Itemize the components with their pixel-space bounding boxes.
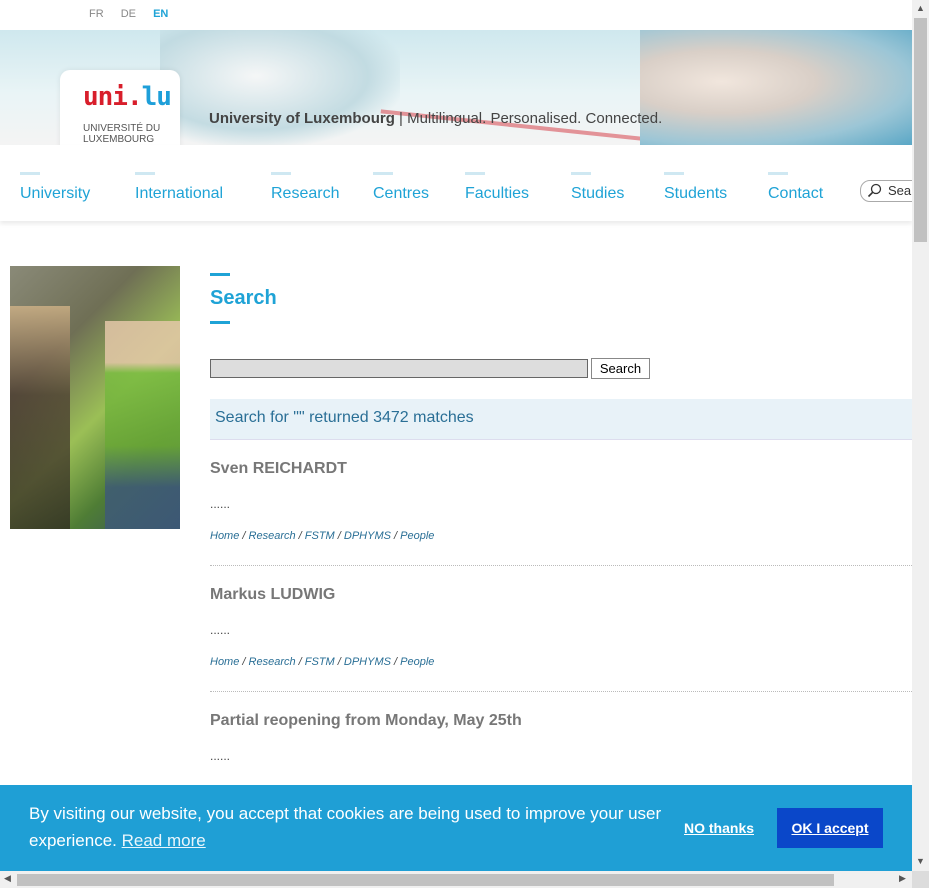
scrollbar-corner <box>912 871 929 888</box>
vertical-scrollbar[interactable]: ▲ ▼ <box>912 0 929 871</box>
crumb-dphyms[interactable]: DPHYMS <box>344 656 391 668</box>
banner-photo-smiling-student <box>640 30 912 145</box>
scroll-left-arrow-icon[interactable]: ◀ <box>4 873 11 884</box>
site-search-label: Sea <box>888 183 912 198</box>
horizontal-scrollbar[interactable]: ◀ ▶ <box>0 871 912 888</box>
crumb-home[interactable]: Home <box>210 656 239 668</box>
result-title[interactable]: Partial reopening from Monday, May 25th <box>210 712 522 730</box>
crumb-home[interactable]: Home <box>210 530 239 542</box>
result-breadcrumb: Home / Research / FSTM / DPHYMS / People <box>210 656 435 668</box>
crumb-fstm[interactable]: FSTM <box>305 530 335 542</box>
result-divider <box>210 565 912 566</box>
result-snippet: ...... <box>210 623 231 637</box>
nav-item-research[interactable]: Research <box>271 172 339 203</box>
logo-subtitle: UNIVERSITÉ DU LUXEMBOURG <box>83 123 161 145</box>
result-title[interactable]: Sven REICHARDT <box>210 460 347 478</box>
main-navigation: University International Research Centre… <box>0 145 929 221</box>
site-tagline: University of Luxembourg | Multilingual.… <box>209 110 663 127</box>
language-switcher: FR DE EN <box>89 8 182 20</box>
nav-item-centres[interactable]: Centres <box>373 172 429 203</box>
search-button[interactable]: Search <box>591 358 650 379</box>
nav-item-university[interactable]: University <box>20 172 90 203</box>
summary-text: Search for "" returned 3472 matches <box>215 409 474 426</box>
lang-fr[interactable]: FR <box>89 8 104 20</box>
vertical-scroll-thumb[interactable] <box>914 18 927 242</box>
accept-cookies-button[interactable]: OK I accept <box>777 808 883 848</box>
nav-item-students[interactable]: Students <box>664 172 727 203</box>
crumb-people[interactable]: People <box>400 656 434 668</box>
search-summary: Search for "" returned 3472 matches <box>210 399 912 440</box>
logo-mark: uni.lu <box>83 82 172 112</box>
banner-photo-students <box>160 30 400 145</box>
lang-en[interactable]: EN <box>153 8 168 20</box>
nav-item-faculties[interactable]: Faculties <box>465 172 529 203</box>
crumb-people[interactable]: People <box>400 530 434 542</box>
crumb-research[interactable]: Research <box>249 530 296 542</box>
read-more-link[interactable]: Read more <box>122 831 206 850</box>
result-breadcrumb: Home / Research / FSTM / DPHYMS / People <box>210 530 435 542</box>
search-input[interactable] <box>210 359 588 378</box>
search-icon <box>867 183 882 198</box>
nav-item-contact[interactable]: Contact <box>768 172 823 203</box>
decline-cookies-button[interactable]: NO thanks <box>684 820 754 836</box>
result-snippet: ...... <box>210 497 231 511</box>
result-title[interactable]: Markus LUDWIG <box>210 586 335 604</box>
nav-item-international[interactable]: International <box>135 172 223 203</box>
crumb-research[interactable]: Research <box>249 656 296 668</box>
crumb-dphyms[interactable]: DPHYMS <box>344 530 391 542</box>
nav-item-studies[interactable]: Studies <box>571 172 624 203</box>
cookie-message: By visiting our website, you accept that… <box>29 804 662 850</box>
side-photo-students <box>10 266 180 529</box>
crumb-fstm[interactable]: FSTM <box>305 656 335 668</box>
scroll-up-arrow-icon[interactable]: ▲ <box>916 3 925 13</box>
result-snippet: ...... <box>210 749 231 763</box>
result-divider <box>210 691 912 692</box>
lang-de[interactable]: DE <box>121 8 136 20</box>
title-accent-top <box>210 273 230 276</box>
horizontal-scroll-thumb[interactable] <box>17 874 834 886</box>
scroll-down-arrow-icon[interactable]: ▼ <box>916 856 925 866</box>
page-title: Search <box>210 287 277 309</box>
title-accent-bottom <box>210 321 230 324</box>
university-logo[interactable]: uni.lu UNIVERSITÉ DU LUXEMBOURG <box>60 70 180 150</box>
cookie-banner: By visiting our website, you accept that… <box>0 785 912 871</box>
scroll-right-arrow-icon[interactable]: ▶ <box>899 873 906 884</box>
